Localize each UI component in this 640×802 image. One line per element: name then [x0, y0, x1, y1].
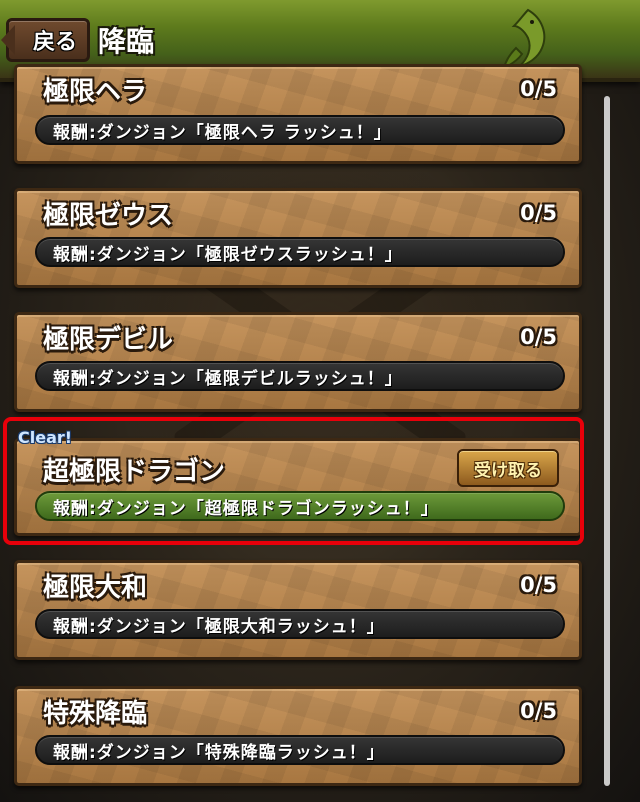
- dragon-icon: [502, 8, 546, 70]
- mission-card[interactable]: 極限ゼウス 0/5 報酬:ダンジョン「極限ゼウスラッシュ！」: [14, 188, 582, 288]
- mission-title: 極限ヘラ: [43, 77, 148, 107]
- reward-bar: 報酬:ダンジョン「極限デビルラッシュ！」: [35, 361, 565, 391]
- page-title: 降臨: [98, 25, 155, 58]
- scrollbar-thumb[interactable]: [604, 96, 610, 786]
- receive-reward-button[interactable]: 受け取る: [457, 449, 559, 487]
- mission-card[interactable]: 特殊降臨 0/5 報酬:ダンジョン「特殊降臨ラッシュ！」: [14, 686, 582, 786]
- mission-progress: 0/5: [520, 201, 557, 225]
- reward-bar: 報酬:ダンジョン「極限ゼウスラッシュ！」: [35, 237, 565, 267]
- back-button[interactable]: 戻る: [1, 18, 90, 62]
- back-button-label: 戻る: [32, 30, 77, 55]
- mission-progress: 0/5: [520, 573, 557, 597]
- reward-bar: 報酬:ダンジョン「極限大和ラッシュ！」: [35, 609, 565, 639]
- mission-title: 特殊降臨: [43, 699, 148, 729]
- clear-badge: Clear!: [18, 428, 73, 447]
- reward-bar: 報酬:ダンジョン「極限ヘラ ラッシュ！」: [35, 115, 565, 145]
- mission-card-cleared[interactable]: 超極限ドラゴン 受け取る 報酬:ダンジョン「超極限ドラゴンラッシュ！」: [14, 438, 582, 536]
- reward-bar: 報酬:ダンジョン「超極限ドラゴンラッシュ！」: [35, 491, 565, 521]
- back-arrow-icon: [1, 25, 15, 55]
- mission-card[interactable]: 極限デビル 0/5 報酬:ダンジョン「極限デビルラッシュ！」: [14, 312, 582, 412]
- mission-title: 極限デビル: [43, 325, 174, 355]
- mission-progress: 0/5: [520, 699, 557, 723]
- reward-bar: 報酬:ダンジョン「特殊降臨ラッシュ！」: [35, 735, 565, 765]
- mission-title: 極限大和: [43, 573, 148, 603]
- mission-title: 極限ゼウス: [43, 201, 174, 231]
- mission-title: 超極限ドラゴン: [43, 457, 226, 487]
- mission-card[interactable]: 極限ヘラ 0/5 報酬:ダンジョン「極限ヘラ ラッシュ！」: [14, 64, 582, 164]
- mission-progress: 0/5: [520, 325, 557, 349]
- mission-card[interactable]: 極限大和 0/5 報酬:ダンジョン「極限大和ラッシュ！」: [14, 560, 582, 660]
- mission-progress: 0/5: [520, 77, 557, 101]
